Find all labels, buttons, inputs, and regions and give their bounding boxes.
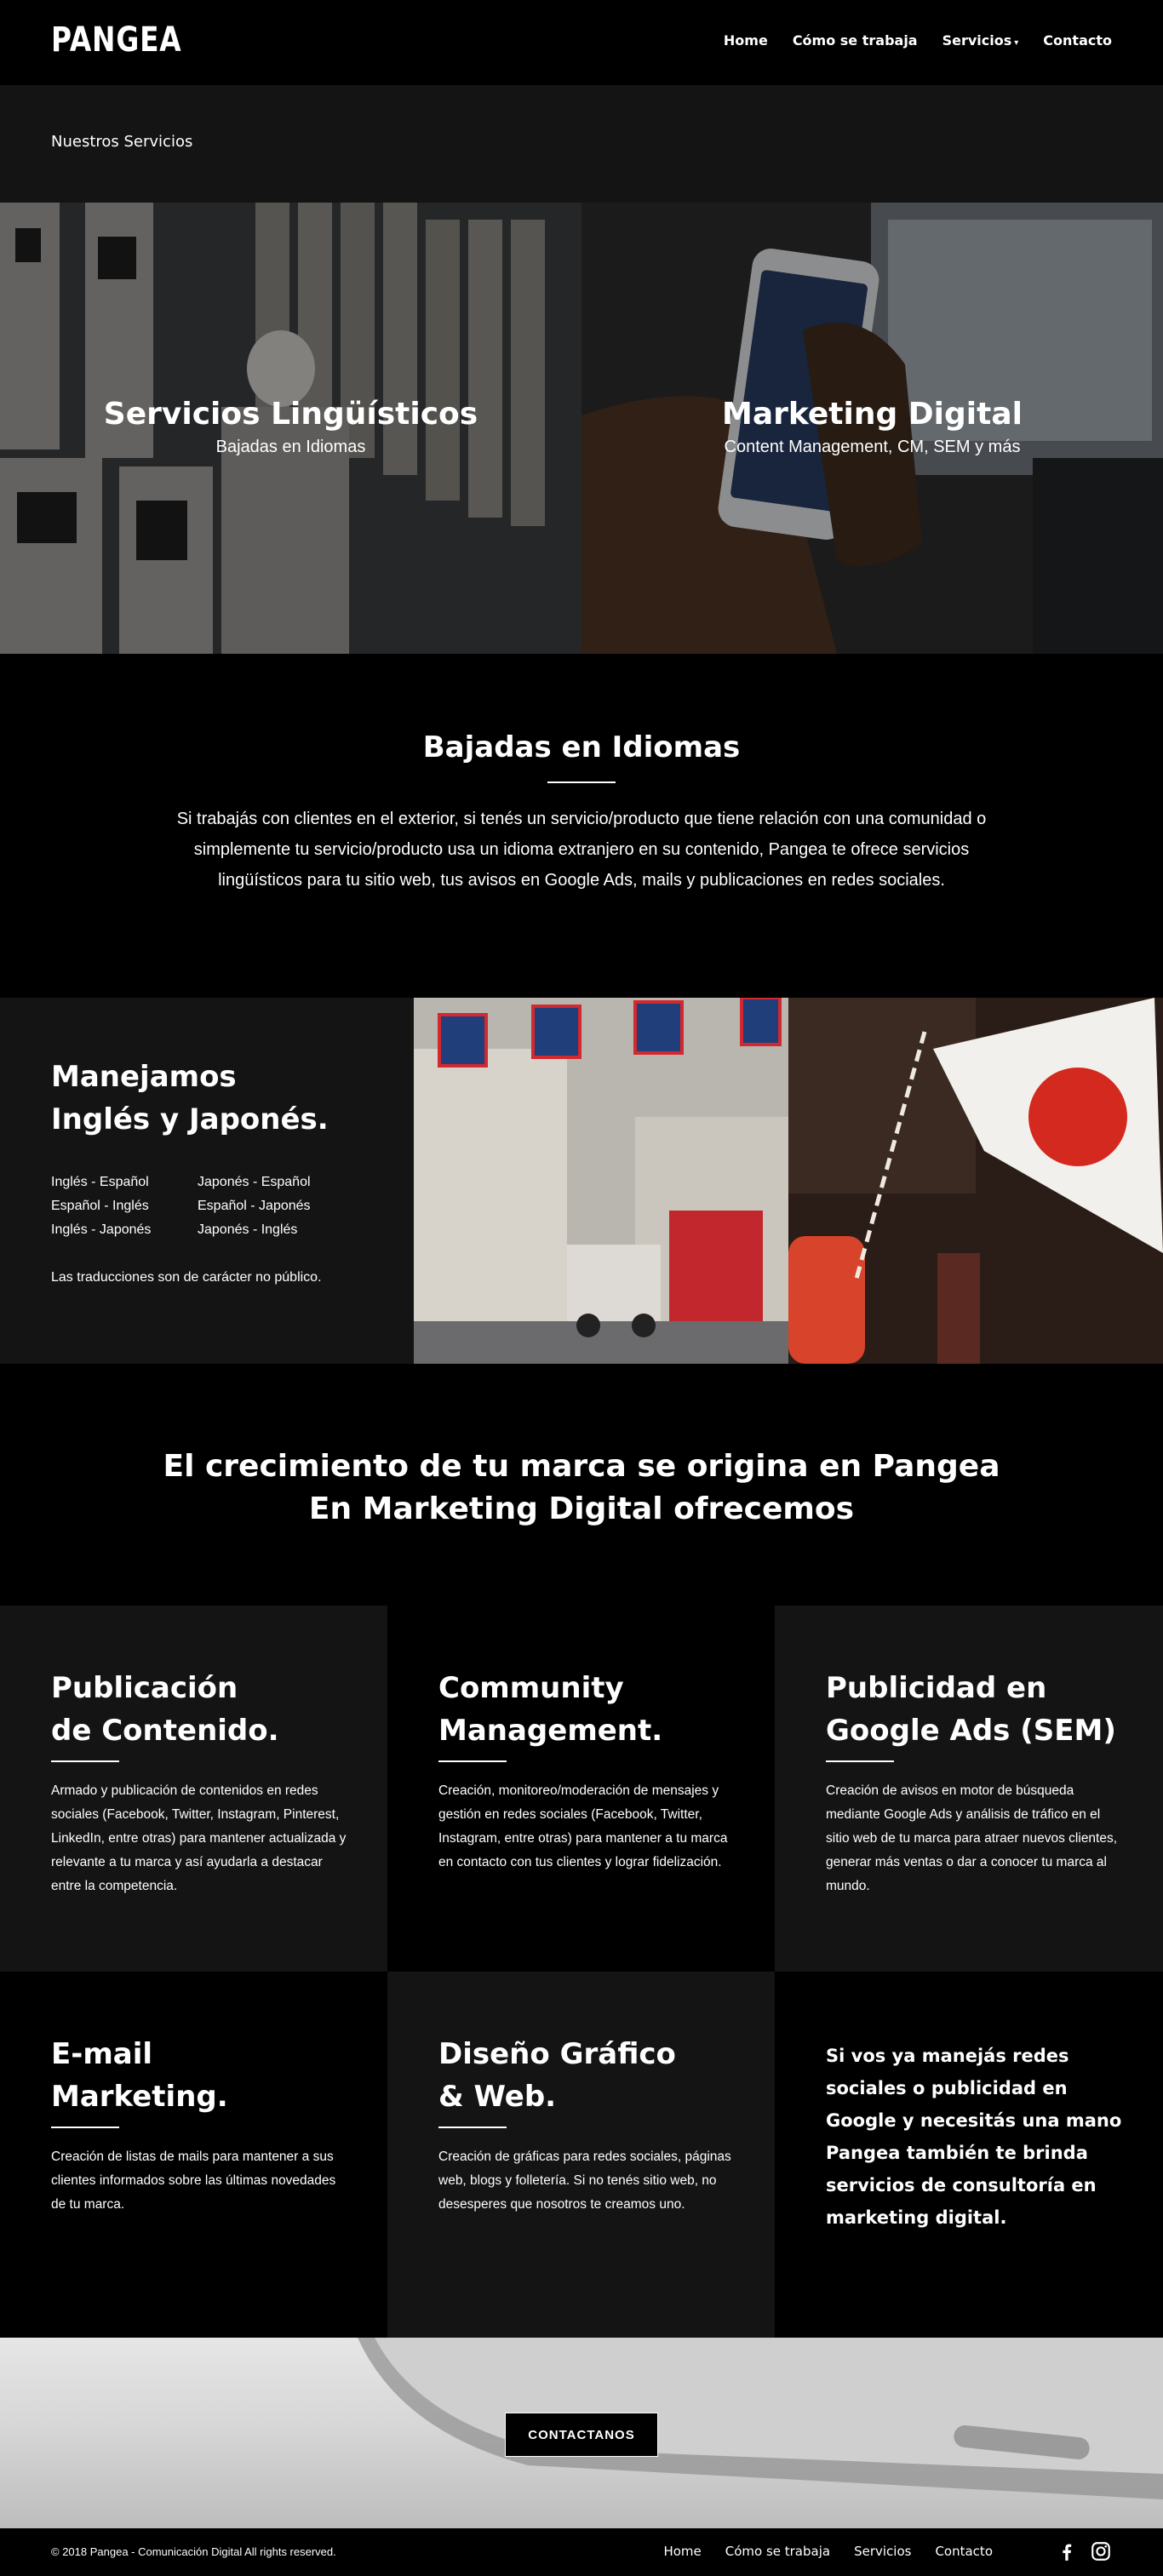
nav-como-se-trabaja[interactable]: Cómo se trabaja [793, 32, 918, 49]
idiomas-title: Manejamos Inglés y Japonés. [51, 1056, 329, 1141]
page-title: Nuestros Servicios [51, 133, 193, 151]
idiomas-title-line2: Inglés y Japonés. [51, 1102, 329, 1136]
divider [826, 1760, 894, 1762]
service-card-email: E-mail Marketing. Creación de listas de m… [0, 1972, 387, 2338]
main-nav: Home Cómo se trabaja Servicios ▾ Contacto [724, 32, 1112, 49]
service-card-community: Community Management. Creación, monitoreo… [387, 1606, 775, 1972]
divider [438, 2127, 507, 2128]
hero-right-title: Marketing Digital [722, 397, 1023, 432]
service-card-publicacion: Publicación de Contenido. Armado y public… [0, 1606, 387, 1972]
instagram-icon[interactable] [1090, 2540, 1112, 2562]
crecimiento-line1: El crecimiento de tu marca se origina en… [163, 1449, 1000, 1484]
footer-nav-servicios[interactable]: Servicios [854, 2544, 911, 2559]
idiomas-title-line1: Manejamos [51, 1060, 237, 1094]
footer-nav: Home Cómo se trabaja Servicios Contacto [663, 2544, 993, 2559]
consultoria-card: Si vos ya manejás redes sociales o publi… [775, 1972, 1163, 2338]
london-street-image [414, 998, 788, 1364]
service-text: Creación de listas de mails para mantene… [51, 2150, 336, 2212]
service-title-line2: Marketing. [51, 2080, 228, 2114]
service-title-line2: Google Ads (SEM) [826, 1714, 1116, 1748]
service-title-line1: Community [438, 1671, 624, 1705]
service-title: E-mail Marketing. [51, 2033, 228, 2118]
page: PANGEA Home Cómo se trabaja Servicios ▾ C… [0, 0, 1163, 2576]
service-text: Creación, monitoreo/moderación de mensaj… [438, 1783, 728, 1869]
section-crecimiento: El crecimiento de tu marca se origina en… [0, 1364, 1163, 1606]
service-title-line2: & Web. [438, 2080, 557, 2114]
service-title-line2: de Contenido. [51, 1714, 279, 1748]
service-title-line1: Publicación [51, 1671, 238, 1705]
site-footer: © 2018 Pangea - Comunicación Digital All… [0, 2528, 1163, 2576]
site-header: PANGEA Home Cómo se trabaja Servicios ▾ C… [0, 0, 1163, 85]
consultoria-text: Si vos ya manejás redes sociales o publi… [826, 2046, 1122, 2228]
contactanos-button[interactable]: CONTACTANOS [505, 2413, 658, 2457]
nav-servicios-label: Servicios [942, 32, 1012, 49]
service-title-line1: Publicidad en [826, 1671, 1047, 1705]
service-title: Community Management. [438, 1667, 662, 1752]
service-title: Publicación de Contenido. [51, 1667, 279, 1752]
service-title-line2: Management. [438, 1714, 663, 1748]
facebook-icon[interactable] [1056, 2540, 1078, 2562]
crecimiento-line2: En Marketing Digital ofrecemos [308, 1491, 855, 1526]
site-logo[interactable]: PANGEA [51, 20, 182, 60]
copyright: © 2018 Pangea - Comunicación Digital All… [51, 2545, 336, 2558]
nav-contacto[interactable]: Contacto [1043, 32, 1112, 49]
service-card-sem: Publicidad en Google Ads (SEM) Creación d… [775, 1606, 1163, 1972]
hero-linguisticos[interactable]: Servicios Lingüísticos Bajadas en Idioma… [0, 203, 582, 654]
hero-left-title: Servicios Lingüísticos [103, 397, 478, 432]
page-title-bar: Nuestros Servicios [0, 85, 1163, 203]
divider [438, 1760, 507, 1762]
chevron-down-icon: ▾ [1014, 38, 1019, 48]
service-title-line1: Diseño Gráfico [438, 2037, 676, 2071]
divider [51, 2127, 119, 2128]
divider [547, 781, 616, 783]
service-card-diseno: Diseño Gráfico & Web. Creación de gráfica… [387, 1972, 775, 2338]
cta-section: CONTACTANOS [0, 2338, 1163, 2528]
nav-servicios[interactable]: Servicios ▾ [942, 32, 1019, 49]
language-pair: Inglés - Japonés [51, 1222, 152, 1237]
divider [51, 1760, 119, 1762]
section-idiomas: Manejamos Inglés y Japonés. Inglés - Esp… [0, 998, 1163, 1364]
language-pair: Inglés - Español [51, 1175, 149, 1189]
language-pairs: Inglés - Español Japonés - Español Españ… [51, 1175, 344, 1238]
hero-marketing[interactable]: Marketing Digital Content Management, CM… [582, 203, 1163, 654]
language-pair: Español - Japonés [198, 1199, 311, 1213]
hero-left-subtitle: Bajadas en Idiomas [215, 438, 366, 456]
service-text: Creación de avisos en motor de búsqueda … [826, 1783, 1118, 1893]
section-bajadas: Bajadas en Idiomas Si trabajás con clien… [0, 654, 1163, 998]
language-pair: Español - Inglés [51, 1199, 149, 1213]
idiomas-note: Las traducciones son de carácter no públ… [51, 1270, 322, 1285]
service-title: Diseño Gráfico & Web. [438, 2033, 676, 2118]
language-pair: Japonés - Español [198, 1175, 311, 1189]
nav-home[interactable]: Home [724, 32, 768, 49]
language-pair: Japonés - Inglés [198, 1222, 298, 1237]
bajadas-title: Bajadas en Idiomas [422, 730, 741, 764]
hero-right-subtitle: Content Management, CM, SEM y más [724, 438, 1021, 456]
bajadas-text: Si trabajás con clientes en el exterior,… [176, 810, 987, 890]
footer-nav-home[interactable]: Home [663, 2544, 701, 2559]
service-title: Publicidad en Google Ads (SEM) [826, 1667, 1116, 1752]
footer-nav-como-se-trabaja[interactable]: Cómo se trabaja [725, 2544, 830, 2559]
japan-flag-image [788, 998, 1163, 1364]
footer-nav-contacto[interactable]: Contacto [935, 2544, 993, 2559]
service-text: Armado y publicación de contenidos en re… [51, 1783, 347, 1893]
crecimiento-title: El crecimiento de tu marca se origina en… [0, 1445, 1163, 1531]
service-title-line1: E-mail [51, 2037, 153, 2071]
service-text: Creación de gráficas para redes sociales… [438, 2150, 731, 2212]
